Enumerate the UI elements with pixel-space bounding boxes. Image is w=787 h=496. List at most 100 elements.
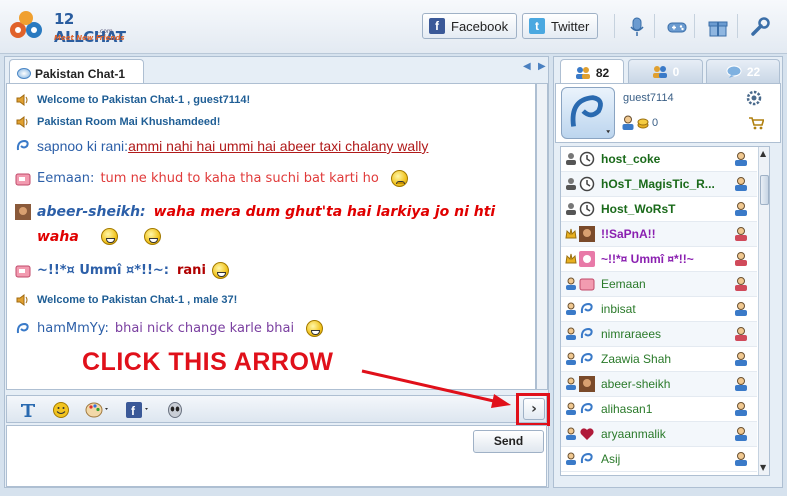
chat-message: abeer-sheikh: waha mera dum ghut'ta hai … <box>15 204 495 220</box>
tab-conversations[interactable]: 22 <box>706 59 780 83</box>
user-name: Asij <box>601 452 621 466</box>
gamepad-icon[interactable] <box>666 16 688 38</box>
heart-avatar <box>580 428 594 440</box>
send-button[interactable]: Send <box>473 430 544 453</box>
message-scrollbar[interactable] <box>536 83 548 390</box>
my-avatar[interactable] <box>561 87 615 139</box>
smiley-icon[interactable] <box>52 401 70 419</box>
user-list-item[interactable]: !!SaPnA!! <box>561 222 757 247</box>
chat-bubble-icon <box>17 68 31 79</box>
tab-next-arrow-icon[interactable]: ▶ <box>538 61 546 72</box>
system-message-text: Pakistan Room Mai Khushamdeed! <box>37 116 221 128</box>
swirl-avatar-icon <box>16 139 29 151</box>
male-user-icon[interactable] <box>733 201 749 217</box>
user-list-item[interactable]: Asij <box>561 447 757 472</box>
user-list-item[interactable]: Host_WoRsT <box>561 197 757 222</box>
gift-icon[interactable] <box>707 16 729 38</box>
user-list-item[interactable]: nimraraees <box>561 322 757 347</box>
user-list-item[interactable]: ~!!*¤ Ummî ¤*!!~ <box>561 247 757 272</box>
swirl-avatar-icon <box>580 327 593 339</box>
pink-hand-icon <box>15 173 31 185</box>
user-name: Host_WoRsT <box>601 202 676 216</box>
user-name: Eemaan <box>601 277 646 291</box>
input-toolbar: f › <box>6 395 547 423</box>
clock-icon <box>579 201 595 217</box>
message-author[interactable]: sapnoo ki rani: <box>37 138 128 154</box>
message-author[interactable]: ~!!*¤ Ummî ¤*!!~: <box>37 263 169 278</box>
message-input[interactable]: Send <box>6 425 547 487</box>
divider <box>694 14 695 38</box>
female-user-icon[interactable] <box>733 276 749 292</box>
male-user-icon[interactable] <box>733 401 749 417</box>
facebook-share-icon[interactable]: f <box>125 401 151 419</box>
user-list-item[interactable]: Eemaan <box>561 272 757 297</box>
user-status-icon <box>566 327 576 340</box>
logo[interactable]: 12 ALLCHAT .com Meet New Friends <box>8 6 138 46</box>
male-user-icon[interactable] <box>733 351 749 367</box>
user-list-item[interactable]: host_coke <box>561 147 757 172</box>
user-list-item[interactable]: inbisat <box>561 297 757 322</box>
user-name: !!SaPnA!! <box>601 227 656 241</box>
logo-mark-icon <box>10 11 42 38</box>
user-name: nimraraees <box>601 327 662 341</box>
user-list-item[interactable]: aryaanmalik <box>561 422 757 447</box>
host-icon <box>566 203 576 215</box>
chat-message: hamMmYy: bhai nick change karle bhai <box>15 320 324 337</box>
tab-prev-arrow-icon[interactable]: ◀ <box>523 61 531 72</box>
chat-message: ~!!*¤ Ummî ¤*!!~: rani <box>15 262 229 279</box>
female-user-icon[interactable] <box>733 226 749 242</box>
twitter-button[interactable]: t Twitter <box>522 13 599 39</box>
crown-icon <box>565 228 577 239</box>
user-list-scrollbar[interactable]: ▲ ▼ <box>758 147 769 475</box>
host-icon <box>566 178 576 190</box>
sad-smiley-icon <box>390 170 408 187</box>
crown-icon <box>565 253 577 264</box>
male-user-icon[interactable] <box>733 426 749 442</box>
text-format-icon[interactable] <box>19 401 37 419</box>
male-user-icon[interactable] <box>733 176 749 192</box>
message-author[interactable]: hamMmYy: <box>37 321 109 336</box>
facebook-label: Facebook <box>451 18 509 34</box>
shopping-cart-icon[interactable] <box>748 116 764 130</box>
grin-smiley-icon <box>306 320 324 337</box>
microphone-icon[interactable] <box>626 16 648 38</box>
system-message-text: Welcome to Pakistan Chat-1 , male 37! <box>37 294 238 306</box>
tab-users[interactable]: 82 <box>560 59 624 85</box>
divider <box>737 14 738 38</box>
message-author[interactable]: Eemaan: <box>37 171 94 186</box>
chat-message: sapnoo ki rani: ammi nahi hai ummi hai a… <box>15 138 428 154</box>
twitter-label: Twitter <box>551 18 590 34</box>
alien-icon[interactable] <box>166 401 184 419</box>
tab-friends-count: 0 <box>672 64 680 79</box>
user-list-item[interactable]: abeer-sheikh <box>561 372 757 397</box>
male-user-icon[interactable] <box>733 151 749 167</box>
male-user-icon[interactable] <box>733 451 749 467</box>
swirl-avatar-icon <box>570 95 611 134</box>
wrench-icon[interactable] <box>749 16 771 38</box>
chat-bubble-icon <box>726 65 742 78</box>
tab-friends[interactable]: 0 <box>628 59 703 83</box>
male-user-icon[interactable] <box>733 376 749 392</box>
user-status-icon <box>566 402 576 415</box>
user-list-item[interactable]: alihasan1 <box>561 397 757 422</box>
pink-hand-icon <box>15 265 31 277</box>
pink-hand-icon <box>579 278 595 291</box>
scroll-thumb[interactable] <box>760 175 769 205</box>
tab-pakistan-chat-1[interactable]: Pakistan Chat-1 <box>9 59 144 85</box>
friends-icon <box>652 65 667 78</box>
message-author[interactable]: abeer-sheikh: <box>37 204 146 220</box>
female-user-icon[interactable] <box>733 251 749 267</box>
highlight-box <box>516 393 550 426</box>
chat-panel: Pakistan Chat-1 ◀ ▶ Welcome to Pakistan … <box>4 56 550 488</box>
user-list-item[interactable]: Zaawia Shah <box>561 347 757 372</box>
user-list-item[interactable]: hOsT_MagisTic_R... <box>561 172 757 197</box>
grin-smiley-icon <box>211 262 229 279</box>
palette-icon[interactable] <box>85 401 111 419</box>
swirl-avatar-icon <box>580 302 593 314</box>
scroll-up-arrow-icon[interactable]: ▲ <box>760 149 769 158</box>
scroll-down-arrow-icon[interactable]: ▼ <box>760 463 769 472</box>
male-user-icon[interactable] <box>733 301 749 317</box>
gear-icon[interactable] <box>746 90 762 106</box>
female-user-icon[interactable] <box>733 326 749 342</box>
facebook-button[interactable]: f Facebook <box>422 13 518 39</box>
